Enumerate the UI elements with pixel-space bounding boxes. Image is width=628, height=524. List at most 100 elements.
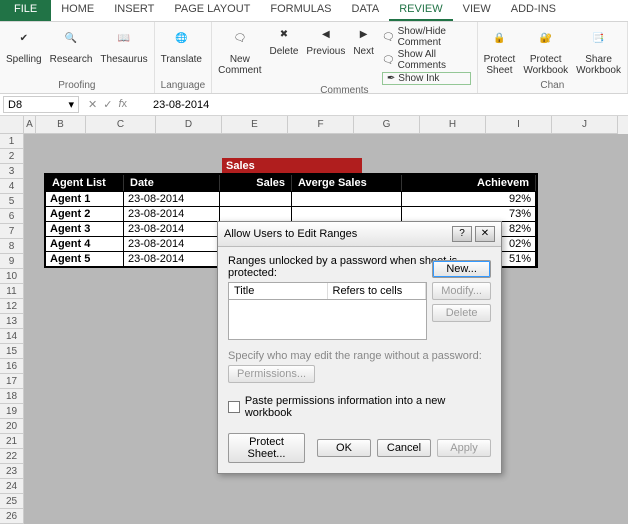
row-header-24[interactable]: 24 <box>0 479 24 494</box>
row-header-15[interactable]: 15 <box>0 344 24 359</box>
row-header-11[interactable]: 11 <box>0 284 24 299</box>
permissions-button: Permissions... <box>228 365 315 383</box>
table-row[interactable]: Agent 2 23-08-2014 73% <box>46 206 536 221</box>
row-header-8[interactable]: 8 <box>0 239 24 254</box>
showall-label: Show All Comments <box>398 49 471 71</box>
row-header-5[interactable]: 5 <box>0 194 24 209</box>
spelling-label: Spelling <box>6 54 42 65</box>
show-ink[interactable]: ✒ Show Ink <box>382 72 471 85</box>
paste-checkbox[interactable] <box>228 401 240 413</box>
table-row[interactable]: Agent 1 23-08-2014 92% <box>46 191 536 206</box>
cancel-button[interactable]: Cancel <box>377 439 431 457</box>
row-header-20[interactable]: 20 <box>0 419 24 434</box>
name-box-value: D8 <box>8 99 22 111</box>
col-header-D[interactable]: D <box>156 116 222 134</box>
col-header-F[interactable]: F <box>288 116 354 134</box>
ranges-list-header: Title Refers to cells <box>228 282 427 300</box>
col-title: Title <box>229 283 328 299</box>
protectsheet-label: Protect Sheet <box>484 54 516 76</box>
thesaurus-label: Thesaurus <box>100 54 147 65</box>
col-header-H[interactable]: H <box>420 116 486 134</box>
col-header-I[interactable]: I <box>486 116 552 134</box>
tab-addins[interactable]: ADD-INS <box>501 0 566 21</box>
enter-icon[interactable]: ✓ <box>103 98 112 111</box>
row-header-2[interactable]: 2 <box>0 149 24 164</box>
row-header-21[interactable]: 21 <box>0 434 24 449</box>
col-header-G[interactable]: G <box>354 116 420 134</box>
group-comments: Comments <box>218 85 470 98</box>
tab-pagelayout[interactable]: PAGE LAYOUT <box>164 0 260 21</box>
tab-formulas[interactable]: FORMULAS <box>260 0 341 21</box>
protect-sheet-dlg-button[interactable]: Protect Sheet... <box>228 433 305 463</box>
modify-range-button: Modify... <box>432 282 491 300</box>
research-button[interactable]: 🔍Research <box>50 24 93 65</box>
new-range-button[interactable]: New... <box>432 260 491 278</box>
help-button[interactable]: ? <box>452 226 472 242</box>
new-comment-button[interactable]: 🗨New Comment <box>218 24 261 76</box>
row-header-9[interactable]: 9 <box>0 254 24 269</box>
col-header-J[interactable]: J <box>552 116 618 134</box>
tab-view[interactable]: VIEW <box>453 0 501 21</box>
share-workbook-button[interactable]: 📑Share Workbook <box>576 24 621 76</box>
row-header-18[interactable]: 18 <box>0 389 24 404</box>
protect-sheet-button[interactable]: 🔒Protect Sheet <box>484 24 516 76</box>
group-proofing: Proofing <box>6 80 148 93</box>
close-button[interactable]: ✕ <box>475 226 495 242</box>
row-header-12[interactable]: 12 <box>0 299 24 314</box>
translate-button[interactable]: 🌐Translate <box>161 24 202 65</box>
hdr-date: Date <box>124 175 220 191</box>
select-all-corner[interactable] <box>0 116 24 134</box>
name-box[interactable]: D8 ▾ <box>3 96 79 113</box>
tab-data[interactable]: DATA <box>342 0 390 21</box>
row-header-1[interactable]: 1 <box>0 134 24 149</box>
tab-file[interactable]: FILE <box>0 0 51 21</box>
row-header-14[interactable]: 14 <box>0 329 24 344</box>
previous-comment-button[interactable]: ◀Previous <box>306 24 345 57</box>
fx-icon[interactable]: fx <box>118 98 127 111</box>
col-header-B[interactable]: B <box>36 116 86 134</box>
sharewb-label: Share Workbook <box>576 54 621 76</box>
tab-review[interactable]: REVIEW <box>389 0 452 21</box>
cancel-icon[interactable]: ✕ <box>88 98 97 111</box>
tab-home[interactable]: HOME <box>51 0 104 21</box>
row-header-10[interactable]: 10 <box>0 269 24 284</box>
col-header-C[interactable]: C <box>86 116 156 134</box>
row-header-17[interactable]: 17 <box>0 374 24 389</box>
ok-button[interactable]: OK <box>317 439 371 457</box>
hdr-ach: Achievem <box>402 175 536 191</box>
row-header-7[interactable]: 7 <box>0 224 24 239</box>
row-header-16[interactable]: 16 <box>0 359 24 374</box>
protect-workbook-button[interactable]: 🔐Protect Workbook <box>523 24 568 76</box>
formula-value[interactable]: 23-08-2014 <box>133 99 209 111</box>
ribbon-tabs: FILE HOME INSERT PAGE LAYOUT FORMULAS DA… <box>0 0 628 22</box>
col-header-E[interactable]: E <box>222 116 288 134</box>
delete-comment-button[interactable]: ✖Delete <box>270 24 299 57</box>
next-label: Next <box>353 46 374 57</box>
ribbon: ✔Spelling 🔍Research 📖Thesaurus Proofing … <box>0 22 628 94</box>
tab-insert[interactable]: INSERT <box>104 0 164 21</box>
specify-label: Specify who may edit the range without a… <box>228 350 491 362</box>
showall-comments[interactable]: 🗨 Show All Comments <box>382 49 471 71</box>
row-header-13[interactable]: 13 <box>0 314 24 329</box>
row-header-4[interactable]: 4 <box>0 179 24 194</box>
row-header-23[interactable]: 23 <box>0 464 24 479</box>
thesaurus-button[interactable]: 📖Thesaurus <box>100 24 147 65</box>
col-header-A[interactable]: A <box>24 116 36 134</box>
column-headers: ABCDEFGHIJ <box>0 116 628 134</box>
sales-banner: Sales <box>222 158 362 174</box>
spelling-button[interactable]: ✔Spelling <box>6 24 42 65</box>
namebox-dropdown-icon[interactable]: ▾ <box>68 98 74 111</box>
row-header-19[interactable]: 19 <box>0 404 24 419</box>
showhide-comment[interactable]: 🗨 Show/Hide Comment <box>382 26 471 48</box>
apply-button: Apply <box>437 439 491 457</box>
row-header-25[interactable]: 25 <box>0 494 24 509</box>
paste-label: Paste permissions information into a new… <box>245 395 491 419</box>
prev-label: Previous <box>306 46 345 57</box>
ranges-list[interactable] <box>228 300 427 340</box>
dialog-titlebar[interactable]: Allow Users to Edit Ranges ? ✕ <box>218 222 501 247</box>
row-header-6[interactable]: 6 <box>0 209 24 224</box>
row-header-26[interactable]: 26 <box>0 509 24 524</box>
next-comment-button[interactable]: ▶Next <box>353 24 374 57</box>
row-header-22[interactable]: 22 <box>0 449 24 464</box>
row-header-3[interactable]: 3 <box>0 164 24 179</box>
